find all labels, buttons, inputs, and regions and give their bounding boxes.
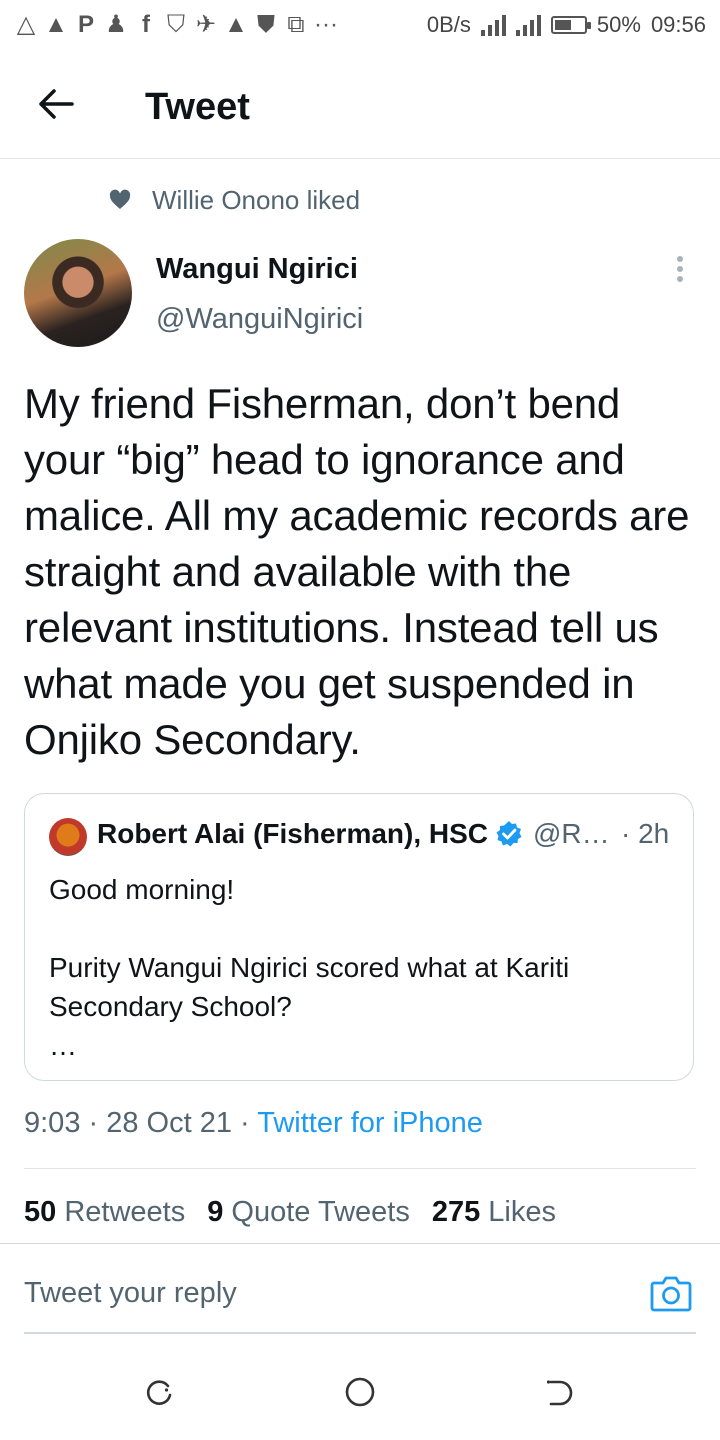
signal-2-icon <box>515 14 541 36</box>
quote-tweets-label: Quote Tweets <box>231 1196 410 1228</box>
meta-separator: · <box>231 1107 258 1139</box>
status-bar: △ ▲ P ♟ f ⛉ ✈ ▲ ⛊ ⧉ ··· 0B/s 50% 09:56 <box>0 0 720 50</box>
heart-icon <box>108 188 132 212</box>
back-nav-icon[interactable] <box>544 1377 576 1409</box>
quoted-tweet[interactable]: Robert Alai (Fisherman), HSC @R… · 2h Go… <box>24 793 694 1081</box>
avatar[interactable] <box>24 239 132 347</box>
likes-stat[interactable]: 275 Likes <box>432 1196 556 1228</box>
author-handle[interactable]: @WanguiNgirici <box>156 303 363 336</box>
tweet-meta: 9:03 · 28 Oct 21 · Twitter for iPhone <box>24 1107 483 1140</box>
add-person-icon: ♟ <box>105 11 127 38</box>
signal-icon <box>480 14 506 36</box>
quote-tweets-count: 9 <box>207 1196 224 1228</box>
quoted-avatar <box>49 818 87 856</box>
verified-badge-icon <box>495 820 523 848</box>
warning-icon: △ <box>16 11 36 38</box>
retweets-count: 50 <box>24 1196 57 1228</box>
clock: 09:56 <box>650 12 706 37</box>
warning-filled-icon: ▲ <box>44 10 68 38</box>
likes-count: 275 <box>431 1196 481 1228</box>
page-title: Tweet <box>145 86 250 128</box>
screen-cast-icon: ⧉ <box>287 10 305 38</box>
engagement-stats: 50 Retweets 9 Quote Tweets 275 Likes <box>24 1196 556 1229</box>
divider <box>0 1243 720 1244</box>
divider <box>24 1168 696 1169</box>
retweets-stat[interactable]: 50 Retweets <box>24 1196 185 1228</box>
more-notifications-icon: ··· <box>314 10 338 38</box>
author-name[interactable]: Wangui Ngirici <box>156 253 358 286</box>
meta-separator: · <box>80 1107 107 1139</box>
tweet-time: 9:03 <box>24 1107 81 1139</box>
more-options-icon[interactable] <box>668 256 692 288</box>
shield-icon: ⛊ <box>257 10 275 38</box>
quote-tweets-stat[interactable]: 9 Quote Tweets <box>207 1196 410 1228</box>
recent-apps-icon[interactable] <box>144 1377 176 1409</box>
quoted-tweet-text: Good morning! Purity Wangui Ngirici scor… <box>49 874 570 1061</box>
net-speed: 0B/s <box>426 12 471 37</box>
app-header: Tweet <box>0 50 720 159</box>
quoted-author-name: Robert Alai (Fisherman), HSC <box>97 818 489 849</box>
tweet-date: 28 Oct 21 <box>106 1107 232 1139</box>
tweet-text: My friend Fisherman, don’t bend your “bi… <box>24 380 690 763</box>
reply-input[interactable]: Tweet your reply <box>24 1277 237 1310</box>
retweets-label: Retweets <box>64 1196 186 1228</box>
quoted-timestamp: · 2h <box>621 818 670 849</box>
battery-percent: 50% <box>596 12 641 37</box>
notification-icons: △ ▲ P ♟ f ⛉ ✈ ▲ ⛊ ⧉ ··· <box>14 10 338 39</box>
status-right: 0B/s 50% 09:56 <box>427 12 706 38</box>
back-arrow-icon[interactable] <box>36 84 76 124</box>
quoted-author-handle: @R… <box>533 818 610 849</box>
social-context[interactable]: Willie Onono liked <box>152 185 360 216</box>
camera-icon[interactable] <box>650 1273 692 1313</box>
reply-underline <box>24 1332 696 1334</box>
tshirt-icon: ⛉ <box>167 10 185 38</box>
home-icon[interactable] <box>344 1376 376 1408</box>
tweet-source-link[interactable]: Twitter for iPhone <box>257 1107 483 1139</box>
likes-label: Likes <box>488 1196 556 1228</box>
twitter-icon: ✈ <box>195 11 217 38</box>
parking-icon: P <box>77 10 94 38</box>
battery-icon <box>550 16 591 34</box>
warning-filled-icon: ▲ <box>224 10 248 38</box>
facebook-icon: f <box>142 10 150 38</box>
